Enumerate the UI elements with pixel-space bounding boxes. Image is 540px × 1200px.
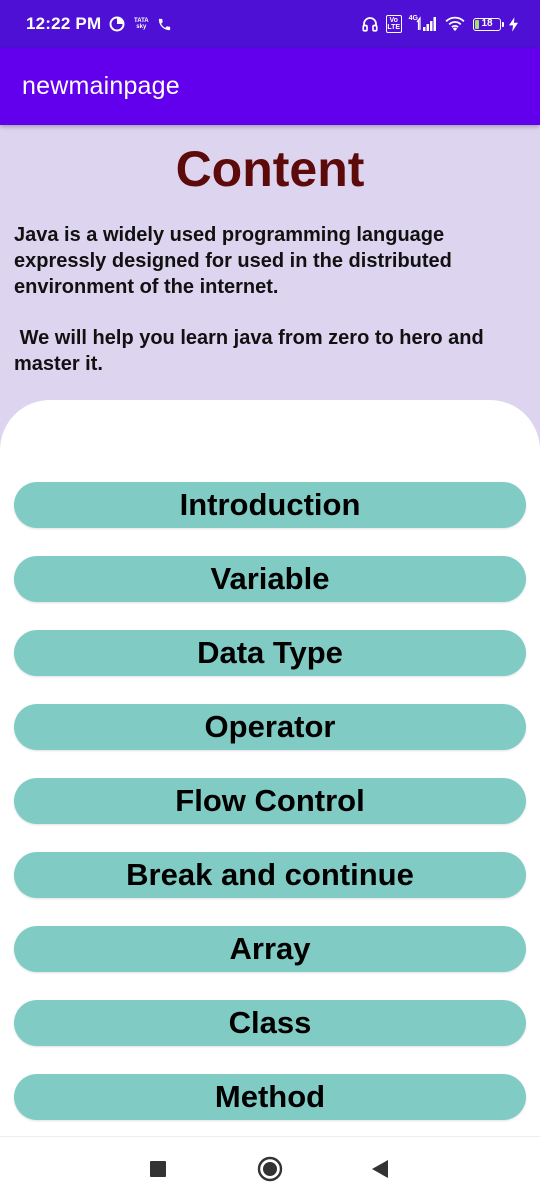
intro-paragraph: Java is a widely used programming langua… bbox=[14, 224, 452, 298]
status-bar: 12:22 PM TATA sky Vo LTE 4G 18 bbox=[0, 0, 540, 48]
app-bar: newmainpage bbox=[0, 48, 540, 125]
wifi-icon bbox=[444, 16, 466, 32]
battery-percentage: 18 bbox=[481, 18, 493, 29]
network-type-label: 4G bbox=[408, 14, 418, 22]
topics-card: Introduction Variable Data Type Operator… bbox=[0, 400, 540, 1136]
break-and-continue-button[interactable]: Break and continue bbox=[14, 852, 526, 898]
tata-sky-icon: TATA sky bbox=[133, 18, 149, 30]
intro-paragraph-2: We will help you learn java from zero to… bbox=[14, 327, 490, 375]
charging-icon bbox=[509, 16, 518, 32]
class-button[interactable]: Class bbox=[14, 1000, 526, 1046]
headphones-icon bbox=[361, 15, 379, 33]
array-button[interactable]: Array bbox=[14, 926, 526, 972]
variable-button[interactable]: Variable bbox=[14, 556, 526, 602]
page-title: Content bbox=[175, 141, 365, 197]
status-time: 12:22 PM bbox=[26, 14, 102, 33]
operator-button[interactable]: Operator bbox=[14, 704, 526, 750]
back-triangle-icon[interactable] bbox=[366, 1155, 394, 1183]
data-saver-icon bbox=[109, 16, 125, 32]
status-left: 12:22 PM TATA sky bbox=[26, 14, 172, 34]
battery-icon: 18 bbox=[473, 17, 504, 31]
flow-control-button[interactable]: Flow Control bbox=[14, 778, 526, 824]
volte-icon: Vo LTE bbox=[385, 15, 402, 33]
status-right: Vo LTE 4G 18 bbox=[354, 15, 518, 33]
recents-square-icon[interactable] bbox=[144, 1155, 172, 1183]
introduction-button[interactable]: Introduction bbox=[14, 482, 526, 528]
method-button[interactable]: Method bbox=[14, 1074, 526, 1120]
system-navigation-bar bbox=[0, 1136, 540, 1200]
battery-fill bbox=[475, 19, 479, 29]
signal-icon: 4G bbox=[408, 14, 437, 32]
app-title: newmainpage bbox=[22, 72, 180, 100]
data-type-button[interactable]: Data Type bbox=[14, 630, 526, 676]
home-circle-icon[interactable] bbox=[256, 1155, 284, 1183]
phone-call-icon bbox=[157, 17, 172, 32]
